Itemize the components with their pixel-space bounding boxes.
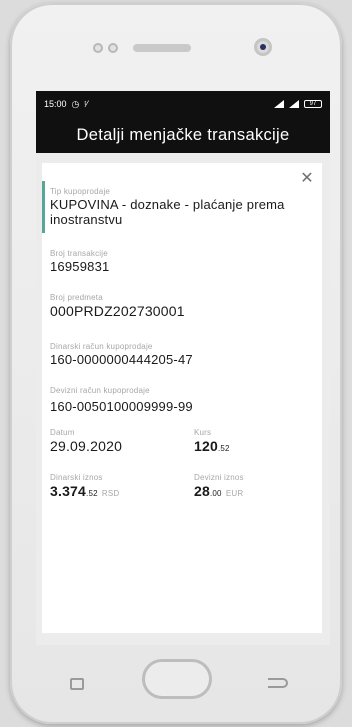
phone-frame: 15:00 ◷ ᵗ⁄ 97 Detalji menjačke transakci…: [10, 3, 342, 724]
page-title: Detalji menjačke transakcije: [76, 125, 290, 144]
subject-number-value: 000PRDZ202730001: [50, 303, 185, 319]
accent-bar: [42, 181, 45, 233]
bottom-bezel: [10, 648, 342, 724]
transaction-number-field: Broj transakcije 16959831: [50, 249, 109, 274]
foreign-currency: EUR: [225, 489, 244, 498]
rate-decimals: .52: [217, 444, 230, 453]
battery-icon: 97: [304, 100, 322, 108]
rate-value: 120.52: [194, 438, 230, 457]
sensor-dot: [93, 43, 103, 53]
type-value: KUPOVINA - doznake - plaćanje prema inos…: [50, 197, 285, 227]
foreign-amount-value: 28.00 EUR: [194, 483, 244, 502]
cell-signal-icon: [289, 100, 299, 108]
dinar-account-label: Dinarski račun kupoprodaje: [50, 342, 153, 351]
dinar-amount-field: Dinarski iznos 3.374.52 RSD: [50, 473, 119, 502]
dinar-account-value: 160-0000000444205-47: [50, 352, 193, 367]
speaker-grill: [133, 44, 191, 52]
status-bar: 15:00 ◷ ᵗ⁄ 97: [36, 91, 330, 117]
wifi-signal-icon: [274, 100, 284, 108]
type-label: Tip kupoprodaje: [50, 187, 111, 196]
back-button-icon[interactable]: [268, 678, 288, 688]
dinar-account-field: Dinarski račun kupoprodaje 160-000000044…: [50, 342, 193, 367]
home-button[interactable]: [142, 659, 212, 699]
front-camera: [254, 38, 272, 56]
rate-main: 120: [194, 438, 218, 454]
status-time: 15:00: [44, 99, 67, 109]
dinar-amount-label: Dinarski iznos: [50, 473, 103, 482]
foreign-amount-field: Devizni iznos 28.00 EUR: [194, 473, 244, 502]
foreign-account-field: Devizni račun kupoprodaje 160-0050100009…: [50, 386, 193, 414]
foreign-amount-decimals: .00: [209, 489, 222, 498]
foreign-account-value: 160-0050100009999-99: [50, 399, 193, 414]
date-label: Datum: [50, 428, 75, 437]
dinar-amount-main: 3.374: [50, 483, 87, 499]
foreign-amount-label: Devizni iznos: [194, 473, 244, 482]
subject-number-label: Broj predmeta: [50, 293, 103, 302]
date-value: 29.09.2020: [50, 438, 123, 454]
subject-number-field: Broj predmeta 000PRDZ202730001: [50, 293, 185, 319]
transaction-number-value: 16959831: [50, 259, 110, 274]
screen: 15:00 ◷ ᵗ⁄ 97 Detalji menjačke transakci…: [36, 91, 330, 645]
recents-button-icon[interactable]: [70, 678, 84, 690]
date-field: Datum 29.09.2020: [50, 428, 122, 454]
dinar-currency: RSD: [101, 489, 120, 498]
dinar-amount-value: 3.374.52 RSD: [50, 483, 119, 502]
sensor-dot: [108, 43, 118, 53]
app-bar: Detalji menjačke transakcije: [36, 117, 330, 153]
rate-field: Kurs 120.52: [194, 428, 230, 457]
top-bezel: [10, 3, 342, 88]
notification-icon: ᵗ⁄: [84, 99, 88, 109]
rate-label: Kurs: [194, 428, 212, 437]
type-field: Tip kupoprodaje KUPOVINA - doznake - pla…: [50, 187, 312, 227]
foreign-account-label: Devizni račun kupoprodaje: [50, 386, 150, 395]
alarm-icon: ◷: [71, 98, 80, 109]
transaction-details-card: ✕ Tip kupoprodaje KUPOVINA - doznake - p…: [42, 163, 322, 633]
sensor-dots: [93, 43, 118, 53]
close-icon[interactable]: ✕: [299, 171, 315, 187]
dinar-amount-decimals: .52: [86, 489, 98, 498]
foreign-amount-main: 28: [194, 483, 210, 499]
transaction-number-label: Broj transakcije: [50, 249, 108, 258]
